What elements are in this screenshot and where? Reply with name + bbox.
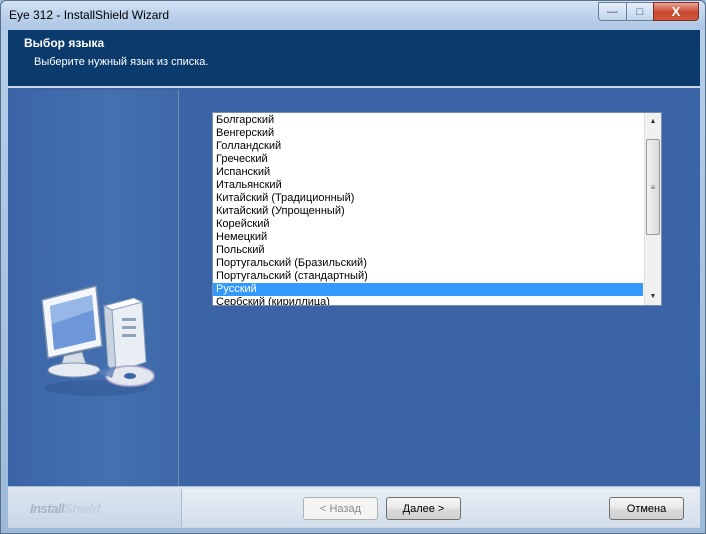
list-item[interactable]: Китайский (Традиционный) [213,192,643,205]
list-item[interactable]: Португальский (стандартный) [213,270,643,283]
maximize-icon: □ [636,5,644,18]
computer-setup-icon [41,285,155,396]
button-bar: < Назад Далее > Отмена [181,489,700,527]
list-item[interactable]: Болгарский [213,114,643,127]
panel-divider [178,90,180,488]
list-item[interactable]: Сербский (кириллица) [213,296,643,305]
triangle-down-icon: ▼ [649,293,657,300]
minimize-icon: — [607,5,618,18]
list-item[interactable]: Венгерский [213,127,643,140]
minimize-button[interactable]: — [598,2,626,21]
triangle-up-icon: ▲ [649,118,657,125]
vertical-scrollbar[interactable]: ▲ ≡ ▼ [644,113,661,305]
list-item[interactable]: Испанский [213,166,643,179]
list-item[interactable]: Португальский (Бразильский) [213,257,643,270]
page-title: Выбор языка [24,36,105,50]
language-listbox[interactable]: Болгарский Венгерский Голландский Гречес… [212,112,662,306]
window-title: Eye 312 - InstallShield Wizard [9,8,170,22]
window-controls: — □ X [598,2,699,21]
wizard-header: Выбор языка Выберите нужный язык из спис… [8,30,700,88]
list-item[interactable]: Польский [213,244,643,257]
list-item-selected[interactable]: Русский [213,283,643,296]
title-bar[interactable]: Eye 312 - InstallShield Wizard — □ X [1,1,705,30]
list-item[interactable]: Немецкий [213,231,643,244]
maximize-button[interactable]: □ [626,2,653,21]
scroll-thumb[interactable]: ≡ [646,139,660,235]
scroll-up-button[interactable]: ▲ [645,113,661,130]
wizard-client-area: Выбор языка Выберите нужный язык из спис… [8,30,700,528]
scroll-down-button[interactable]: ▼ [645,288,661,305]
close-button[interactable]: X [653,2,699,21]
page-subtitle: Выберите нужный язык из списка. [34,56,209,68]
back-button[interactable]: < Назад [303,497,378,520]
cancel-button[interactable]: Отмена [609,497,684,520]
installer-window: Eye 312 - InstallShield Wizard — □ X Выб… [0,0,706,534]
list-item[interactable]: Греческий [213,153,643,166]
installshield-logo: InstallShield [30,501,101,516]
list-item[interactable]: Китайский (Упрощенный) [213,205,643,218]
grip-icon: ≡ [650,182,656,192]
list-item[interactable]: Корейский [213,218,643,231]
language-list: Болгарский Венгерский Голландский Гречес… [213,114,643,305]
next-button[interactable]: Далее > [386,497,461,520]
wizard-footer: InstallShield < Назад Далее > Отмена [8,486,700,528]
close-icon: X [671,4,681,19]
list-item[interactable]: Голландский [213,140,643,153]
list-item[interactable]: Итальянский [213,179,643,192]
left-side-panel [8,90,179,488]
